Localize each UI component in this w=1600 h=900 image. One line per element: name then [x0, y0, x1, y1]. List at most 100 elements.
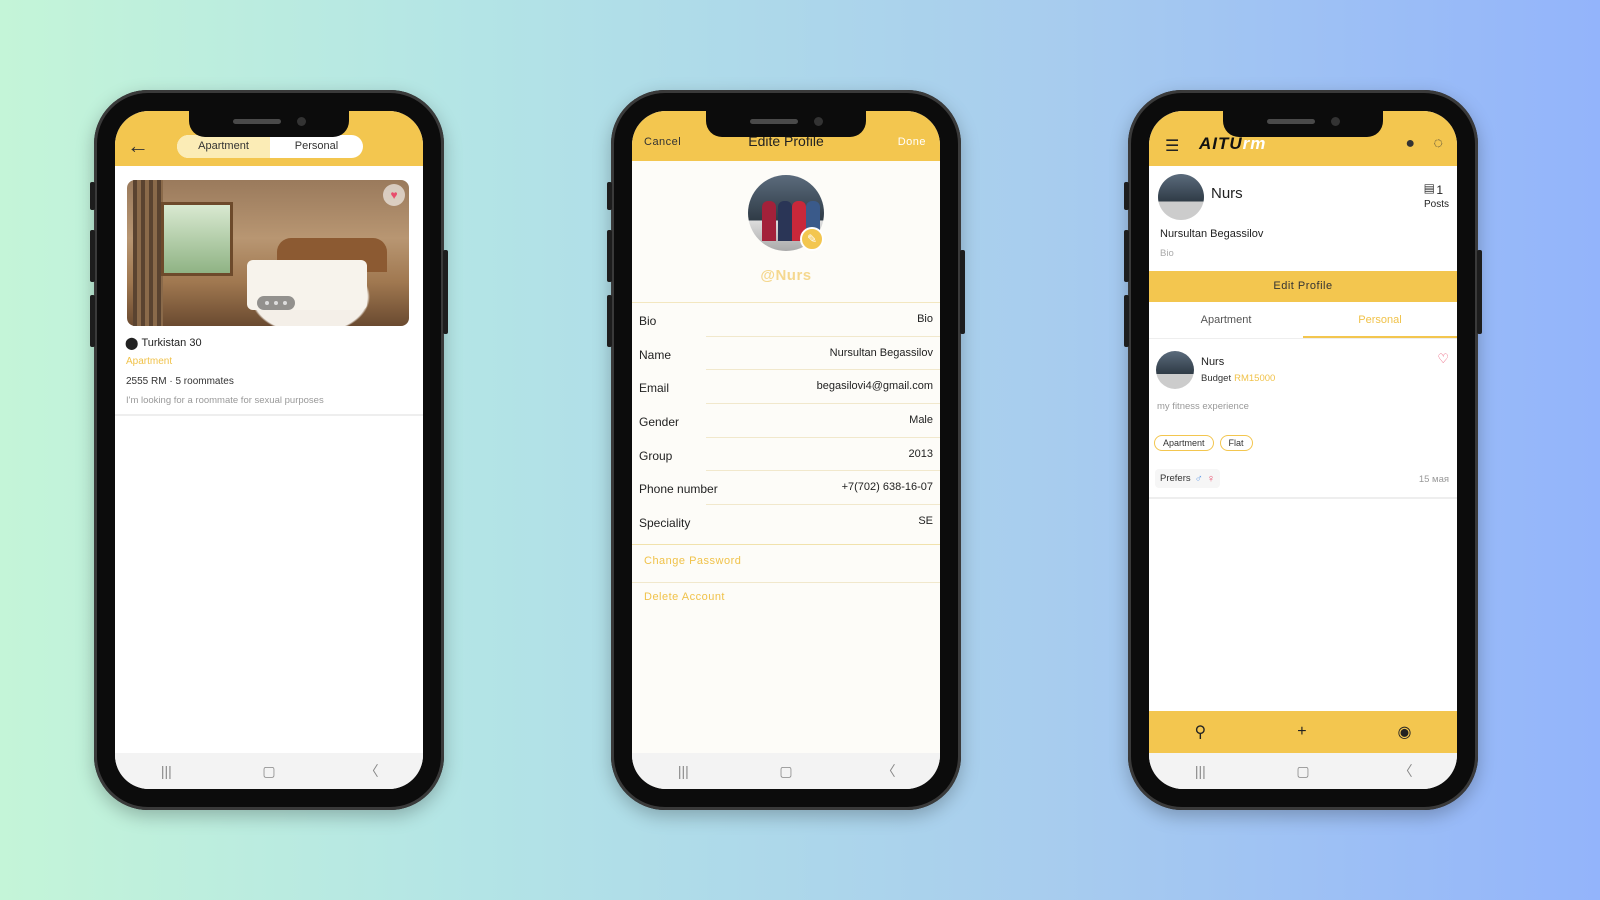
tag-chip: Apartment	[1154, 435, 1214, 451]
done-button[interactable]: Done	[898, 136, 926, 148]
tab-personal[interactable]: Personal	[1303, 302, 1457, 338]
listing-photo[interactable]: ♥	[127, 180, 409, 326]
divider	[115, 414, 423, 416]
username: @Nurs	[760, 267, 812, 284]
system-nav-bar: ||| ▢ 〈	[115, 753, 423, 789]
field-label: Gender	[639, 415, 680, 430]
screen-listing: ← Apartment Personal ♥ ⬤ Turkistan 30 Ap…	[115, 111, 423, 789]
profile-field-row[interactable]: Email begasilovi4@gmail.com	[632, 370, 940, 405]
prefers-label: Prefers	[1160, 473, 1191, 484]
posts-icon: ▤	[1423, 181, 1435, 195]
tab-apartment[interactable]: Apartment	[1149, 302, 1303, 338]
hamburger-menu-icon[interactable]: ☰	[1165, 136, 1179, 156]
profile-bio: Bio	[1160, 248, 1174, 259]
change-password-link[interactable]: Change Password	[644, 555, 741, 567]
recents-icon[interactable]: |||	[1170, 763, 1230, 779]
system-nav-bar: ||| ▢ 〈	[632, 753, 940, 789]
field-value[interactable]: 2013	[909, 448, 933, 460]
field-value[interactable]: Nursultan Begassilov	[830, 347, 933, 359]
divider	[1149, 497, 1457, 499]
post-tags: Apartment Flat	[1154, 435, 1253, 451]
heart-outline-icon[interactable]: ♡	[1437, 351, 1449, 367]
edit-profile-button[interactable]: Edit Profile	[1149, 271, 1457, 302]
account-circle-icon[interactable]: ◉	[1398, 722, 1412, 742]
divider	[632, 544, 940, 545]
field-value[interactable]: begasilovi4@gmail.com	[817, 380, 933, 392]
profile-name: Nurs	[1211, 185, 1243, 202]
home-icon[interactable]: ▢	[1273, 763, 1333, 780]
tag-chip: Flat	[1219, 435, 1253, 451]
phone-frame-profile: ☰ AITUrm ● ◌ Nurs ▤ 1 Posts Nursultan Be…	[1124, 90, 1482, 810]
profile-field-row[interactable]: Speciality SE	[632, 505, 940, 539]
pencil-icon[interactable]: ✎	[800, 227, 824, 251]
post-avatar[interactable]	[1156, 351, 1194, 389]
location-text: Turkistan 30	[141, 337, 202, 349]
field-label: Email	[639, 381, 670, 396]
favorite-heart-icon[interactable]: ♥	[383, 184, 405, 206]
listing-type: Apartment	[126, 356, 173, 367]
field-label: Group	[639, 448, 673, 463]
profile-full-name: Nursultan Begassilov	[1160, 228, 1264, 240]
photo-window	[161, 202, 233, 276]
listing-type-toggle: Apartment Personal	[177, 135, 363, 158]
phone-frame-listing: ← Apartment Personal ♥ ⬤ Turkistan 30 Ap…	[90, 90, 448, 810]
male-icon: ♂	[1194, 472, 1203, 485]
field-label: Name	[639, 347, 672, 362]
speech-bubble-icon[interactable]: ●	[1405, 135, 1415, 153]
recents-icon[interactable]: |||	[653, 763, 713, 779]
field-label: Speciality	[639, 516, 691, 531]
photo-curtain	[133, 180, 163, 326]
field-value[interactable]: SE	[918, 515, 933, 527]
notch	[1223, 111, 1383, 137]
home-icon[interactable]: ▢	[756, 763, 816, 780]
profile-fields: Bio Bio Name Nursultan Begassilov Email begas…	[632, 302, 940, 539]
back-icon[interactable]: 〈	[342, 761, 402, 781]
prefers-badge: Prefers ♂ ♀	[1155, 469, 1221, 488]
posts-count: 1	[1436, 183, 1443, 197]
avatar[interactable]	[1158, 174, 1204, 220]
post-author-name: Nurs	[1201, 356, 1225, 368]
listing-location: ⬤ Turkistan 30	[125, 336, 202, 350]
post-budget: Budget RM15000	[1201, 373, 1275, 384]
search-icon[interactable]: ⚲	[1194, 722, 1206, 742]
phone-frame-edit-profile: Cancel Edite Profile Done ✎ @Nurs Bio Bio…	[607, 90, 965, 810]
screen-profile: ☰ AITUrm ● ◌ Nurs ▤ 1 Posts Nursultan Be…	[1149, 111, 1457, 789]
photo-pager-dots[interactable]	[257, 296, 295, 310]
post-date: 15 мая	[1418, 474, 1449, 485]
bottom-tab-bar: ⚲ + ◉	[1149, 711, 1457, 753]
budget-label: Budget	[1201, 373, 1232, 384]
profile-tabs: Apartment Personal	[1149, 302, 1457, 339]
toggle-apartment[interactable]: Apartment	[177, 135, 270, 158]
toggle-personal[interactable]: Personal	[270, 135, 363, 158]
app-logo: AITUrm	[1199, 134, 1267, 153]
back-icon[interactable]: 〈	[859, 761, 919, 781]
profile-field-row[interactable]: Name Nursultan Begassilov	[632, 337, 940, 371]
profile-field-row[interactable]: Gender Male	[632, 404, 940, 438]
field-value[interactable]: +7(702) 638-16-07	[842, 481, 933, 493]
field-label: Bio	[639, 314, 657, 328]
notch	[189, 111, 349, 137]
profile-field-row[interactable]: Group 2013	[632, 438, 940, 472]
listing-meta: 2555 RM · 5 roommates	[126, 376, 234, 387]
female-icon: ♀	[1206, 472, 1216, 485]
field-value[interactable]: Bio	[917, 313, 933, 325]
listing-description: I'm looking for a roommate for sexual pu…	[126, 395, 324, 406]
post-description: my fitness experience	[1157, 401, 1249, 412]
home-icon[interactable]: ▢	[239, 763, 299, 780]
system-nav-bar: ||| ▢ 〈	[1149, 753, 1457, 789]
field-value[interactable]: Male	[909, 414, 933, 426]
profile-field-row[interactable]: Bio Bio	[632, 303, 940, 337]
plus-icon[interactable]: +	[1297, 723, 1306, 741]
chat-icon[interactable]: ◌	[1433, 135, 1443, 153]
location-pin-icon: ⬤	[125, 336, 139, 350]
recents-icon[interactable]: |||	[136, 763, 196, 779]
field-label: Phone number	[639, 482, 718, 497]
back-icon[interactable]: 〈	[1376, 761, 1436, 781]
profile-field-row[interactable]: Phone number +7(702) 638-16-07	[632, 471, 940, 506]
posts-label: Posts	[1423, 199, 1449, 210]
screen-edit-profile: Cancel Edite Profile Done ✎ @Nurs Bio Bio…	[632, 111, 940, 789]
delete-account-link[interactable]: Delete Account	[644, 591, 725, 603]
arrow-left-icon[interactable]: ←	[127, 133, 149, 159]
notch	[706, 111, 866, 137]
budget-value: RM15000	[1234, 373, 1276, 384]
